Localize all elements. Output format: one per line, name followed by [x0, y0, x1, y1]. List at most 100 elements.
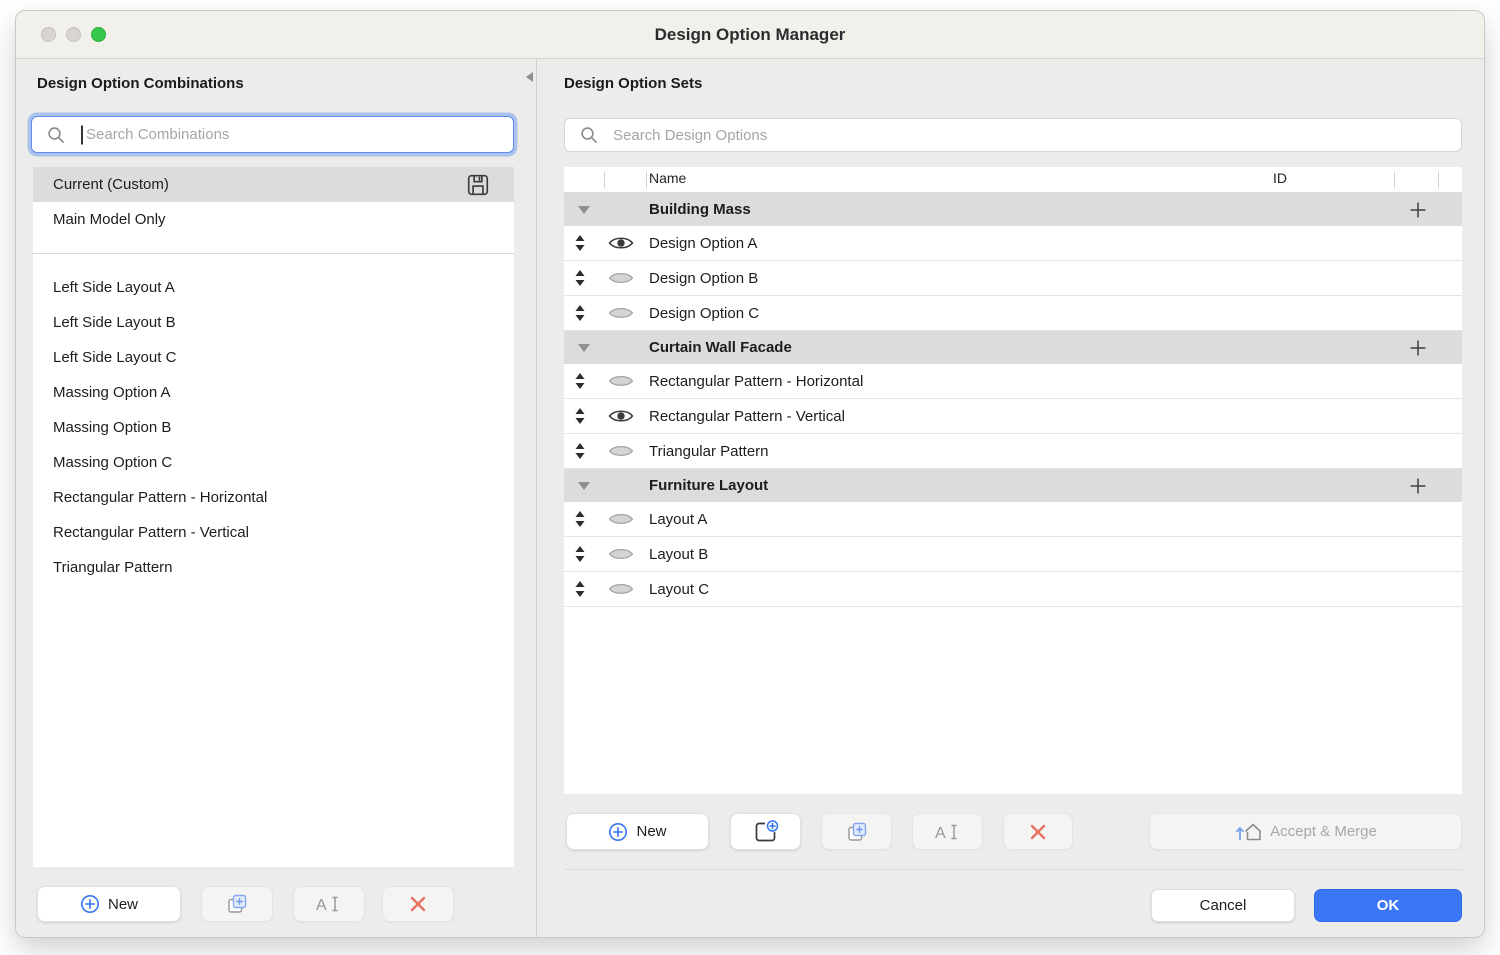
design-option-row[interactable]: Rectangular Pattern - Horizontal [564, 364, 1462, 399]
combination-row[interactable]: Massing Option B [33, 410, 514, 445]
combination-row[interactable]: Rectangular Pattern - Vertical [33, 515, 514, 550]
drag-handle-icon[interactable] [574, 234, 586, 252]
combinations-list: Current (Custom) Main Model Only Left Si… [33, 167, 514, 867]
collapse-panel-icon[interactable] [526, 72, 533, 82]
eye-closed-icon[interactable] [608, 372, 634, 390]
design-option-row[interactable]: Triangular Pattern [564, 434, 1462, 469]
delete-x-icon [408, 894, 428, 914]
add-option-button[interactable] [1402, 194, 1434, 226]
eye-closed-icon[interactable] [608, 442, 634, 460]
add-option-button[interactable] [1402, 332, 1434, 364]
combination-row[interactable]: Left Side Layout A [33, 270, 514, 305]
table-header: Name ID [564, 167, 1462, 193]
eye-closed-icon[interactable] [608, 580, 634, 598]
duplicate-combination-button[interactable] [201, 886, 273, 922]
sets-panel: Design Option Sets Name ID Building M [537, 59, 1484, 937]
disclosure-triangle-icon[interactable] [578, 344, 590, 352]
rename-icon [315, 893, 343, 915]
drag-handle-icon[interactable] [574, 304, 586, 322]
plus-icon [1409, 339, 1427, 357]
delete-combination-button[interactable] [382, 886, 454, 922]
new-combination-button[interactable]: New [37, 886, 181, 922]
design-option-row[interactable]: Design Option A [564, 226, 1462, 261]
sets-search[interactable] [564, 118, 1462, 152]
set-group-row[interactable]: Furniture Layout [564, 469, 1462, 502]
combinations-search-input[interactable] [32, 126, 513, 143]
combination-label: Left Side Layout A [53, 279, 175, 296]
drag-handle-icon[interactable] [574, 372, 586, 390]
eye-closed-icon[interactable] [608, 269, 634, 287]
duplicate-icon [845, 820, 869, 844]
combination-label: Rectangular Pattern - Vertical [53, 524, 249, 541]
disclosure-triangle-icon[interactable] [578, 206, 590, 214]
drag-handle-icon[interactable] [574, 269, 586, 287]
folder-plus-icon [752, 819, 780, 845]
combination-row[interactable]: Rectangular Pattern - Horizontal [33, 480, 514, 515]
combination-label: Massing Option C [53, 454, 172, 471]
eye-open-icon[interactable] [608, 234, 634, 252]
drag-handle-icon[interactable] [574, 407, 586, 425]
set-group-row[interactable]: Curtain Wall Facade [564, 331, 1462, 364]
drag-handle-icon[interactable] [574, 580, 586, 598]
set-group-row[interactable]: Building Mass [564, 193, 1462, 226]
combination-label: Main Model Only [53, 211, 166, 228]
design-option-row[interactable]: Design Option C [564, 296, 1462, 331]
combination-label: Current (Custom) [53, 176, 169, 193]
rename-icon [934, 821, 962, 843]
combination-row[interactable]: Left Side Layout C [33, 340, 514, 375]
combinations-search[interactable] [31, 116, 514, 153]
eye-closed-icon[interactable] [608, 304, 634, 322]
combination-row[interactable]: Massing Option C [33, 445, 514, 480]
column-divider [1438, 172, 1439, 188]
disclosure-triangle-icon[interactable] [578, 482, 590, 490]
ok-button[interactable]: OK [1314, 889, 1462, 922]
design-option-sets-table: Name ID Building Mass Design Optio [564, 167, 1462, 794]
sets-heading: Design Option Sets [564, 75, 702, 92]
eye-closed-icon[interactable] [608, 510, 634, 528]
eye-closed-icon[interactable] [608, 545, 634, 563]
combination-row[interactable]: Left Side Layout B [33, 305, 514, 340]
combination-row[interactable]: Triangular Pattern [33, 550, 514, 585]
combination-label: Left Side Layout C [53, 349, 176, 366]
design-option-name: Triangular Pattern [649, 443, 769, 460]
text-caret [81, 125, 83, 144]
search-icon [46, 125, 66, 145]
design-option-name: Design Option A [649, 235, 757, 252]
accept-merge-button[interactable]: Accept & Merge [1149, 813, 1462, 850]
design-option-row[interactable]: Layout B [564, 537, 1462, 572]
column-header-id: ID [1273, 170, 1287, 186]
duplicate-option-button[interactable] [821, 813, 892, 850]
design-option-row[interactable]: Design Option B [564, 261, 1462, 296]
column-divider [604, 172, 605, 188]
combination-row[interactable]: Main Model Only [33, 202, 514, 237]
list-spacer [33, 254, 514, 270]
new-set-button[interactable] [730, 813, 801, 850]
titlebar: Design Option Manager [16, 11, 1484, 59]
cancel-button[interactable]: Cancel [1151, 889, 1295, 922]
design-option-name: Layout A [649, 511, 707, 528]
drag-handle-icon[interactable] [574, 510, 586, 528]
save-icon[interactable] [466, 173, 490, 197]
delete-option-button[interactable] [1003, 813, 1073, 850]
rename-option-button[interactable] [912, 813, 983, 850]
plus-circle-icon [80, 894, 100, 914]
combination-label: Triangular Pattern [53, 559, 173, 576]
combination-row-current[interactable]: Current (Custom) [33, 167, 514, 202]
drag-handle-icon[interactable] [574, 442, 586, 460]
sets-search-input[interactable] [565, 127, 1461, 144]
rename-combination-button[interactable] [293, 886, 365, 922]
drag-handle-icon[interactable] [574, 545, 586, 563]
combination-row[interactable]: Massing Option A [33, 375, 514, 410]
design-option-row[interactable]: Layout A [564, 502, 1462, 537]
design-option-name: Design Option C [649, 305, 759, 322]
column-header-name: Name [649, 170, 686, 186]
add-option-button[interactable] [1402, 470, 1434, 502]
design-option-name: Design Option B [649, 270, 758, 287]
list-separator [33, 237, 514, 254]
design-option-row[interactable]: Layout C [564, 572, 1462, 607]
house-up-arrow-icon [1234, 820, 1262, 844]
plus-circle-icon [608, 822, 628, 842]
eye-open-icon[interactable] [608, 407, 634, 425]
design-option-row[interactable]: Rectangular Pattern - Vertical [564, 399, 1462, 434]
new-option-button[interactable]: New [566, 813, 709, 850]
